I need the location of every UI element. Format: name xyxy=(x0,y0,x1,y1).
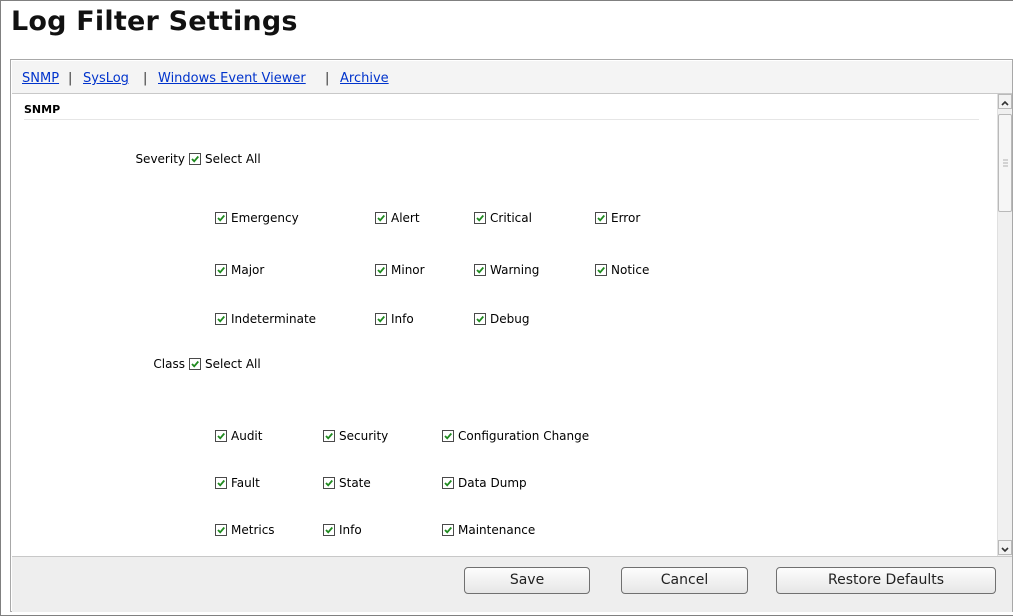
severity-minor-checkbox[interactable] xyxy=(375,264,387,276)
class-fault-checkbox[interactable] xyxy=(215,477,227,489)
severity-critical-checkbox[interactable] xyxy=(474,212,486,224)
checkmark-icon xyxy=(476,214,484,222)
restore-defaults-button[interactable]: Restore Defaults xyxy=(776,567,996,594)
class-maintenance-label: Maintenance xyxy=(458,523,536,537)
checkmark-icon xyxy=(217,214,225,222)
grip-icon xyxy=(1003,159,1008,167)
class-security-label: Security xyxy=(339,429,389,443)
checkmark-icon xyxy=(325,479,333,487)
vertical-scrollbar[interactable] xyxy=(997,94,1012,556)
cancel-button[interactable]: Cancel xyxy=(621,567,748,594)
severity-notice-checkbox[interactable] xyxy=(595,264,607,276)
class-configuration-change-checkbox[interactable] xyxy=(442,430,454,442)
class-label: Class xyxy=(153,357,185,371)
scroll-down-button[interactable] xyxy=(998,540,1012,555)
settings-panel: SNMP | SysLog | Windows Event Viewer | A… xyxy=(10,59,1013,612)
nav-separator: | xyxy=(325,71,330,86)
nav-bar: SNMP | SysLog | Windows Event Viewer | A… xyxy=(12,61,1012,94)
nav-link-syslog[interactable]: SysLog xyxy=(83,71,129,86)
class-info-label: Info xyxy=(339,523,362,537)
button-bar: Save Cancel Restore Defaults xyxy=(12,556,1012,612)
severity-select-all-checkbox[interactable] xyxy=(189,153,201,165)
filter-scroll-area: SNMP Severity Select All Emergency Alert… xyxy=(12,94,997,556)
class-configuration-change-label: Configuration Change xyxy=(458,429,590,443)
severity-select-all-label: Select All xyxy=(205,152,261,166)
class-select-all-checkbox[interactable] xyxy=(189,358,201,370)
checkmark-icon xyxy=(444,479,452,487)
severity-debug-checkbox[interactable] xyxy=(474,313,486,325)
class-maintenance-checkbox[interactable] xyxy=(442,524,454,536)
class-metrics-label: Metrics xyxy=(231,523,275,537)
severity-notice-label: Notice xyxy=(611,263,650,277)
checkmark-icon xyxy=(476,315,484,323)
checkmark-icon xyxy=(597,266,605,274)
checkmark-icon xyxy=(217,315,225,323)
checkmark-icon xyxy=(377,214,385,222)
severity-emergency-checkbox[interactable] xyxy=(215,212,227,224)
severity-warning-checkbox[interactable] xyxy=(474,264,486,276)
severity-info-checkbox[interactable] xyxy=(375,313,387,325)
section-divider xyxy=(24,119,979,120)
checkmark-icon xyxy=(597,214,605,222)
nav-link-archive[interactable]: Archive xyxy=(340,71,389,86)
scroll-up-button[interactable] xyxy=(998,94,1012,109)
class-state-checkbox[interactable] xyxy=(323,477,335,489)
nav-separator: | xyxy=(68,71,73,86)
page-title: Log Filter Settings xyxy=(11,6,298,37)
checkmark-icon xyxy=(217,526,225,534)
checkmark-icon xyxy=(217,266,225,274)
checkmark-icon xyxy=(217,432,225,440)
severity-error-label: Error xyxy=(611,211,641,225)
severity-error-checkbox[interactable] xyxy=(595,212,607,224)
checkmark-icon xyxy=(377,315,385,323)
class-audit-checkbox[interactable] xyxy=(215,430,227,442)
class-security-checkbox[interactable] xyxy=(323,430,335,442)
class-fault-label: Fault xyxy=(231,476,260,490)
class-select-all-label: Select All xyxy=(205,357,261,371)
severity-label: Severity xyxy=(135,152,185,166)
checkmark-icon xyxy=(191,155,199,163)
severity-alert-checkbox[interactable] xyxy=(375,212,387,224)
class-audit-label: Audit xyxy=(231,429,263,443)
severity-info-label: Info xyxy=(391,312,414,326)
checkmark-icon xyxy=(444,432,452,440)
checkmark-icon xyxy=(325,432,333,440)
class-data-dump-checkbox[interactable] xyxy=(442,477,454,489)
checkmark-icon xyxy=(191,360,199,368)
severity-minor-label: Minor xyxy=(391,263,425,277)
severity-major-label: Major xyxy=(231,263,265,277)
nav-link-windows-event-viewer[interactable]: Windows Event Viewer xyxy=(158,71,306,86)
class-info-checkbox[interactable] xyxy=(323,524,335,536)
severity-critical-label: Critical xyxy=(490,211,532,225)
severity-indeterminate-checkbox[interactable] xyxy=(215,313,227,325)
checkmark-icon xyxy=(217,479,225,487)
checkmark-icon xyxy=(325,526,333,534)
severity-indeterminate-label: Indeterminate xyxy=(231,312,317,326)
class-data-dump-label: Data Dump xyxy=(458,476,527,490)
chevron-down-icon xyxy=(1001,547,1009,553)
section-title: SNMP xyxy=(24,103,61,116)
nav-link-snmp[interactable]: SNMP xyxy=(22,71,59,86)
nav-separator: | xyxy=(143,71,148,86)
save-button[interactable]: Save xyxy=(464,567,590,594)
checkmark-icon xyxy=(444,526,452,534)
scroll-thumb[interactable] xyxy=(998,114,1012,212)
chevron-up-icon xyxy=(1001,100,1009,106)
severity-emergency-label: Emergency xyxy=(231,211,299,225)
severity-alert-label: Alert xyxy=(391,211,420,225)
class-state-label: State xyxy=(339,476,371,490)
class-metrics-checkbox[interactable] xyxy=(215,524,227,536)
checkmark-icon xyxy=(476,266,484,274)
severity-major-checkbox[interactable] xyxy=(215,264,227,276)
severity-warning-label: Warning xyxy=(490,263,540,277)
severity-debug-label: Debug xyxy=(490,312,530,326)
checkmark-icon xyxy=(377,266,385,274)
